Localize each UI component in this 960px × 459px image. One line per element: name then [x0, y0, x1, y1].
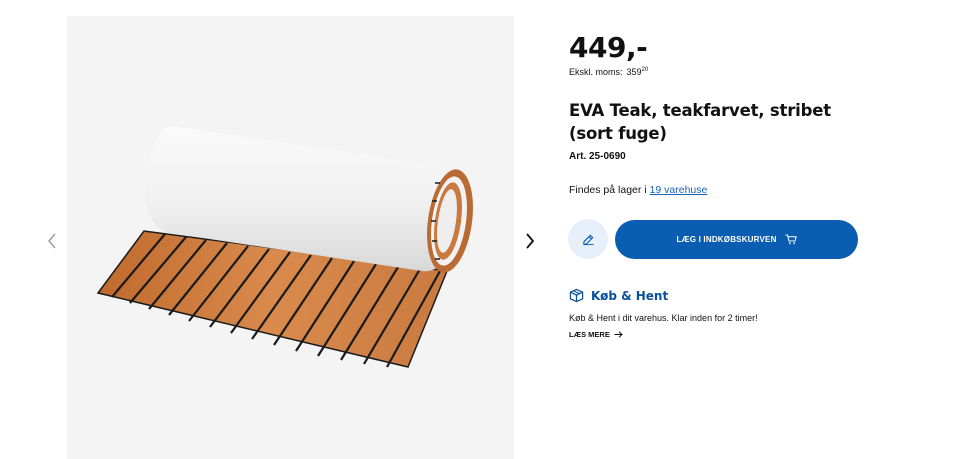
product-info: 449,- Ekskl. moms: 35920 EVA Teak, teakf…	[569, 30, 869, 196]
excl-vat-cents: 20	[641, 67, 649, 73]
gallery-prev-button[interactable]	[43, 230, 61, 252]
add-to-cart-label: LÆG I INDKØBSKURVEN	[676, 234, 777, 244]
product-gallery	[67, 16, 514, 459]
stock-text: Findes på lager i	[569, 184, 650, 196]
stock-status: Findes på lager i 19 varehuse	[569, 184, 869, 196]
click-and-collect: Køb & Hent Køb & Hent i dit varehus. Kla…	[569, 288, 869, 340]
cart-icon	[785, 234, 797, 244]
edit-note-button[interactable]	[568, 219, 608, 259]
pencil-icon	[582, 234, 594, 245]
product-actions: LÆG I INDKØBSKURVEN	[568, 219, 858, 259]
price-excl-vat: Ekskl. moms: 35920	[569, 67, 869, 77]
add-to-cart-button[interactable]: LÆG I INDKØBSKURVEN	[615, 219, 858, 259]
pickup-title: Køb & Hent	[591, 288, 669, 303]
article-number: Art. 25-0690	[569, 151, 626, 162]
read-more-label: LÆS MERE	[569, 330, 610, 339]
excl-vat-amount: 359	[626, 67, 642, 77]
arrow-right-icon	[614, 331, 623, 338]
chevron-right-icon	[526, 233, 535, 249]
product-title: EVA Teak, teakfarvet, stribet (sort fuge…	[569, 101, 831, 143]
cropped-text-fragment	[237, 16, 367, 19]
product-image	[96, 125, 473, 368]
read-more-link[interactable]: LÆS MERE	[569, 330, 869, 339]
box-icon	[569, 288, 584, 303]
product-price: 449,-	[569, 31, 648, 64]
pickup-description: Køb & Hent i dit varehus. Klar inden for…	[569, 313, 758, 323]
excl-vat-label: Ekskl. moms:	[569, 67, 623, 77]
chevron-left-icon	[48, 233, 56, 249]
gallery-next-button[interactable]	[521, 230, 539, 252]
stock-stores-link[interactable]: 19 varehuse	[650, 184, 708, 196]
